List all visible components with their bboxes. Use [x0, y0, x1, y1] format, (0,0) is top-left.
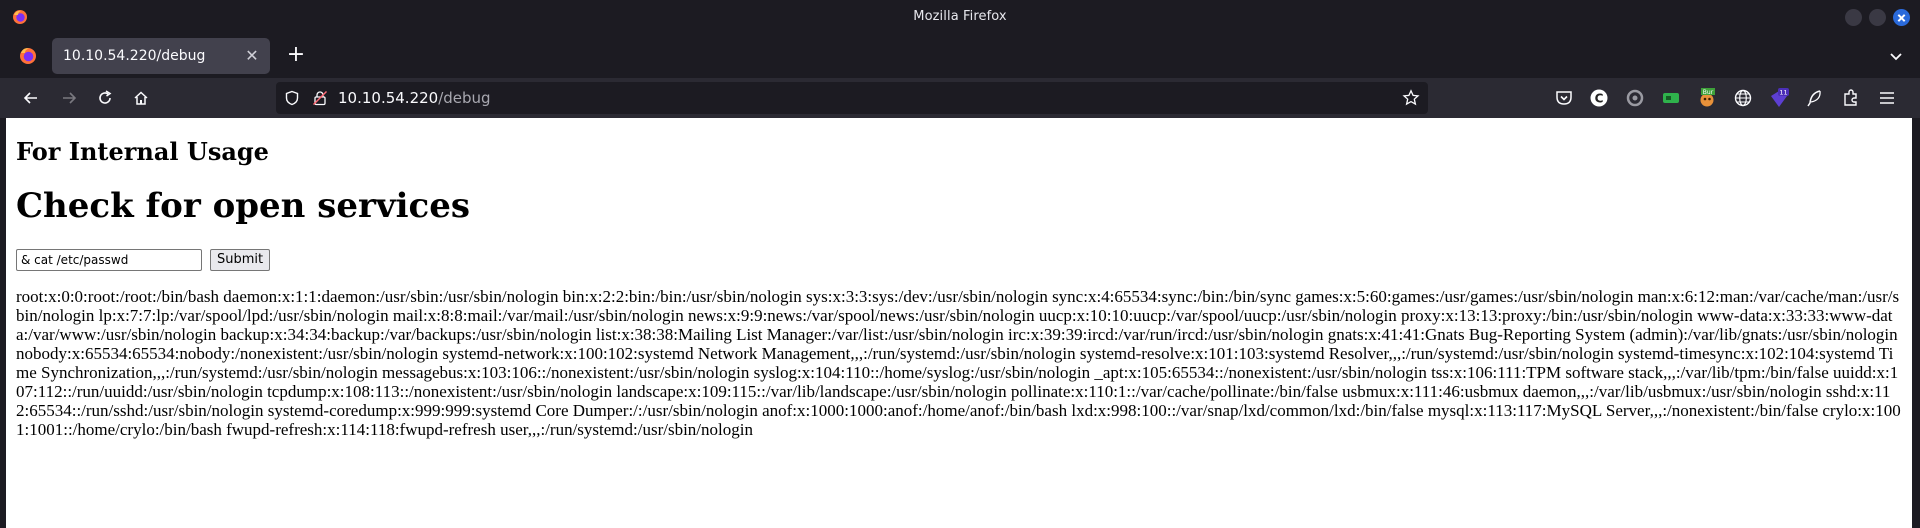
tab-bar: 10.10.54.220/debug ✕ + — [0, 34, 1920, 78]
tracking-protection-shield-icon[interactable] — [284, 90, 300, 106]
home-icon — [134, 91, 148, 105]
maximize-button[interactable] — [1869, 9, 1886, 26]
command-input[interactable] — [16, 249, 202, 271]
page-content: For Internal Usage Check for open servic… — [6, 118, 1912, 528]
extension-c-icon[interactable]: C — [1589, 88, 1609, 108]
extension-green-icon[interactable] — [1661, 88, 1681, 108]
internal-usage-heading: For Internal Usage — [16, 137, 269, 166]
extension-feather-icon[interactable] — [1805, 88, 1825, 108]
insecure-lock-icon[interactable] — [312, 90, 328, 106]
pocket-icon[interactable] — [1554, 88, 1574, 108]
url-text[interactable]: 10.10.54.220/debug — [338, 89, 491, 107]
chevron-down-icon[interactable] — [1888, 48, 1904, 64]
back-arrow-icon — [23, 92, 37, 104]
home-button[interactable] — [127, 84, 155, 112]
minimize-button[interactable] — [1845, 9, 1862, 26]
tab-close-icon[interactable]: ✕ — [242, 46, 262, 66]
firefox-view-icon[interactable] — [18, 46, 38, 66]
burp-badge: Bur — [1703, 89, 1714, 96]
tab-debug[interactable]: 10.10.54.220/debug ✕ — [52, 38, 270, 74]
reload-button[interactable] — [91, 84, 119, 112]
window-titlebar: Mozilla Firefox — [0, 0, 1920, 34]
extension-burp-icon[interactable]: Bur — [1697, 88, 1717, 108]
back-button[interactable] — [17, 84, 45, 112]
extension-globe-icon[interactable] — [1733, 88, 1753, 108]
navigation-toolbar: 10.10.54.220/debug C Bur 11 — [0, 78, 1920, 118]
command-output: root:x:0:0:root:/root:/bin/bash daemon:x… — [16, 287, 1901, 439]
svg-text:C: C — [1595, 92, 1604, 106]
extension-wappalyzer-icon[interactable]: 11 — [1769, 88, 1789, 108]
page-title: Check for open services — [16, 186, 471, 226]
submit-button[interactable]: Submit — [210, 249, 271, 271]
url-host: 10.10.54.220 — [338, 89, 439, 107]
forward-arrow-icon — [63, 92, 77, 104]
window-title: Mozilla Firefox — [913, 9, 1007, 24]
reload-icon — [99, 90, 112, 104]
url-path: /debug — [438, 89, 491, 107]
wappalyzer-badge: 11 — [1779, 89, 1787, 97]
forward-button[interactable] — [55, 84, 83, 112]
window-close-button[interactable] — [1893, 9, 1910, 26]
tab-title: 10.10.54.220/debug — [63, 48, 206, 64]
extension-circle-icon[interactable] — [1625, 88, 1645, 108]
menu-icon[interactable] — [1877, 88, 1897, 108]
address-bar[interactable]: 10.10.54.220/debug — [276, 82, 1428, 114]
bookmark-star-icon[interactable] — [1402, 89, 1420, 107]
new-tab-button[interactable]: + — [284, 44, 308, 68]
extensions-puzzle-icon[interactable] — [1841, 88, 1861, 108]
